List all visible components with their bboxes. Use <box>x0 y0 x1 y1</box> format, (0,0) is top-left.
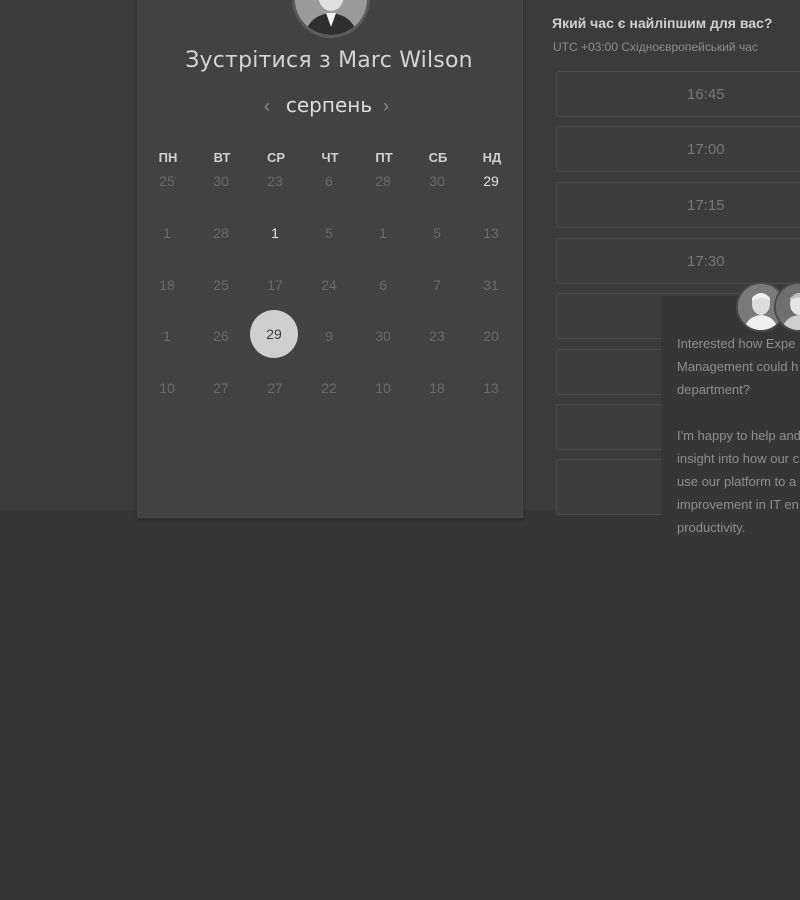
chat-message-line: Interested how Expe <box>677 336 796 351</box>
scheduler-page: Зустрітися з Marc Wilson серпень ‹ › ПН … <box>0 0 800 900</box>
calendar-day[interactable]: 29 <box>464 173 518 189</box>
chat-message-line: Management could h <box>677 359 799 374</box>
calendar-day[interactable]: 13 <box>464 225 518 241</box>
time-slot-label: 17:00 <box>687 141 725 158</box>
calendar-day[interactable]: 25 <box>194 277 248 293</box>
calendar-day[interactable]: 10 <box>356 380 410 396</box>
weekday-tue: ВТ <box>213 150 231 165</box>
time-slot-label: 17:15 <box>687 197 725 214</box>
calendar-day[interactable]: 24 <box>302 277 356 293</box>
calendar-day[interactable]: 9 <box>302 328 356 344</box>
chat-message-line: use our platform to a <box>677 474 797 489</box>
calendar-day[interactable]: 27 <box>194 380 248 396</box>
chat-message-line: insight into how our c <box>677 451 800 466</box>
calendar-day[interactable]: 27 <box>248 380 302 396</box>
calendar-day[interactable]: 6 <box>302 173 356 189</box>
calendar-day[interactable]: 30 <box>356 328 410 344</box>
calendar-day[interactable]: 22 <box>302 380 356 396</box>
weekday-mon: ПН <box>158 150 178 165</box>
chevron-left-icon[interactable]: ‹ <box>264 96 270 117</box>
weekday-thu: ЧТ <box>321 150 339 165</box>
weekday-wed: СР <box>266 150 286 165</box>
chat-message-line: department? <box>677 382 750 397</box>
calendar-day[interactable]: 6 <box>356 277 410 293</box>
chat-message-line: improvement in IT en <box>677 497 799 512</box>
calendar-day[interactable]: 1 <box>356 225 410 241</box>
calendar-day[interactable]: 17 <box>248 277 302 293</box>
chevron-right-icon[interactable]: › <box>383 96 389 117</box>
calendar-day[interactable]: 30 <box>194 173 248 189</box>
time-slot[interactable]: 17:30 <box>556 238 800 284</box>
calendar-day[interactable]: 5 <box>302 225 356 241</box>
calendar-day[interactable]: 1 <box>248 225 302 241</box>
calendar-day[interactable]: 26 <box>194 328 248 344</box>
calendar-day[interactable]: 23 <box>410 328 464 344</box>
chat-message-line: I'm happy to help and <box>677 428 800 443</box>
weekday-fri: ПТ <box>375 150 393 165</box>
calendar-day[interactable]: 5 <box>410 225 464 241</box>
meeting-title: Зустрітися з Marc Wilson <box>185 48 473 73</box>
calendar-day[interactable]: 18 <box>140 277 194 293</box>
weekday-sun: НД <box>482 150 502 165</box>
calendar-day[interactable]: 20 <box>464 328 518 344</box>
calendar-day[interactable]: 1 <box>140 225 194 241</box>
calendar-day[interactable]: 31 <box>464 277 518 293</box>
weekday-header: ПН ВТ СР ЧТ ПТ СБ НД <box>140 150 520 165</box>
time-slot-label: 16:45 <box>687 86 725 103</box>
time-slot-label: 17:30 <box>687 253 725 270</box>
calendar-day[interactable]: 7 <box>410 277 464 293</box>
calendar-day[interactable]: 23 <box>248 173 302 189</box>
time-question: Який час є найліпшим для вас? <box>552 15 773 31</box>
time-slot[interactable]: 17:15 <box>556 182 800 228</box>
month-label: серпень <box>285 93 373 117</box>
calendar-day[interactable]: 1 <box>140 328 194 344</box>
chat-message-line: productivity. <box>677 520 746 535</box>
selected-day[interactable]: 29 <box>250 310 298 358</box>
calendar-day[interactable]: 30 <box>410 173 464 189</box>
calendar-day[interactable]: 10 <box>140 380 194 396</box>
calendar-day[interactable]: 18 <box>410 380 464 396</box>
time-slot[interactable]: 17:00 <box>556 126 800 172</box>
calendar-day[interactable]: 25 <box>140 173 194 189</box>
calendar-day[interactable]: 28 <box>194 225 248 241</box>
calendar-day[interactable]: 28 <box>356 173 410 189</box>
timezone-selector[interactable]: UTC +03:00 Східноєвропейський час <box>553 40 758 54</box>
time-slot[interactable]: 16:45 <box>556 71 800 117</box>
calendar-day[interactable]: 13 <box>464 380 518 396</box>
calendar-card <box>137 0 523 518</box>
weekday-sat: СБ <box>428 150 448 165</box>
